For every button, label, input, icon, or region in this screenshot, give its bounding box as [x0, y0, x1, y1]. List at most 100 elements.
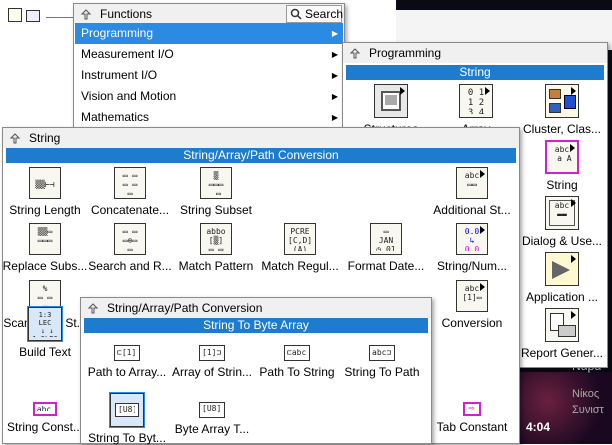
palette-item-array-of-strings[interactable]: [1]⊐ Array of Strin...: [167, 345, 257, 379]
palette-item-label: String Const...: [6, 420, 84, 434]
additional-string-icon: abc ▭▭: [456, 167, 488, 199]
menu-item-label: Measurement I/O: [81, 47, 174, 61]
palette-item-label: Dialog & Use...: [521, 234, 603, 248]
palette-item-string-to-byte-array[interactable]: [U8] String To Byt...: [82, 392, 172, 445]
palette-item-build-text[interactable]: 1:3 LEC ↓ ↓1:3LEC Build Text: [0, 306, 90, 359]
palette-item-label: Path to Array...: [87, 365, 167, 379]
string-to-byte-icon: [U8]: [109, 392, 145, 428]
palette-item-dialog[interactable]: abc ▬▬ Dialog & Use...: [517, 196, 607, 248]
dialog-icon: abc ▬▬: [545, 196, 579, 230]
search-label: Search: [305, 7, 344, 21]
palette-item-search-replace[interactable]: ▭ ▭ ▭⊕▭ ▭ Search and R...: [85, 223, 175, 273]
palette-item-match-pattern[interactable]: abbo [▒] ▭ ▭ Match Pattern: [171, 223, 261, 273]
conversion-title-bar[interactable]: String/Array/Path Conversion: [81, 298, 431, 318]
match-pattern-icon: abbo [▒] ▭ ▭: [200, 223, 232, 255]
palette-item-string-number[interactable]: 0.0 ↳ 0.0 String/Num...: [427, 223, 517, 273]
palette-item-label: Application ...: [525, 290, 599, 304]
palette-item-label: Build Text: [19, 345, 71, 359]
palette-item-label: Conversion: [441, 316, 503, 330]
palette-item-label: Format Date...: [347, 259, 425, 273]
tab-constant-icon: ⇨: [463, 402, 481, 416]
palette-item-additional-string[interactable]: abc ▭▭ Additional St...: [427, 167, 517, 217]
palette-item-string-to-path[interactable]: abc⊐ String To Path: [337, 345, 427, 379]
submenu-arrow-icon: ▶: [331, 29, 338, 38]
palette-item-format-date[interactable]: ▭ JAN◷ 01▭ Format Date...: [341, 223, 431, 273]
palette-item-replace-substring[interactable]: ▒▒▭ ▭▭▭ Replace Subs...: [0, 223, 90, 273]
menu-item-label: Vision and Motion: [81, 89, 177, 103]
palette-item-label: Concatenate...: [90, 203, 170, 217]
palette-item-path-to-array[interactable]: ⊏[1] Path to Array...: [82, 345, 172, 379]
palette-item-string-length[interactable]: ▒▒⊢⊣ String Length: [0, 167, 90, 217]
functions-title: Functions: [100, 7, 153, 21]
diagram-node-icon: [26, 10, 40, 22]
pin-icon[interactable]: [349, 47, 361, 59]
palette-item-application-control[interactable]: Application ...: [517, 252, 607, 304]
menu-item-mathematics[interactable]: Mathematics ▶: [75, 107, 343, 128]
palette-item-string-constant[interactable]: abc String Const...: [0, 402, 90, 434]
palette-item-label: Search and R...: [88, 259, 172, 273]
palette-item-concatenate[interactable]: ▭ ▭ ▭ ▭ ▭ Concatenate...: [85, 167, 175, 217]
menu-item-label: Programming: [81, 26, 154, 40]
string-constant-icon: abc: [33, 402, 57, 416]
menu-item-vision-motion[interactable]: Vision and Motion ▶: [75, 86, 343, 107]
pin-icon[interactable]: [87, 302, 99, 314]
string-title-bar[interactable]: String: [3, 128, 519, 148]
palette-item-byte-array-to-string[interactable]: [U8] Byte Array T...: [167, 402, 257, 436]
report-generation-icon: [545, 308, 579, 342]
submenu-arrow-icon: ▶: [331, 50, 338, 59]
string-length-icon: ▒▒⊢⊣: [29, 167, 61, 199]
submenu-arrow-icon: ▶: [331, 71, 338, 80]
conversion-palette: String/Array/Path Conversion String To B…: [80, 297, 432, 445]
palette-item-label: String Length: [9, 203, 81, 217]
cluster-icon: [545, 84, 579, 118]
programming-highlight-band: String: [346, 65, 604, 80]
palette-item-label: String: [546, 178, 578, 192]
path-to-array-icon: ⊏[1]: [114, 345, 140, 361]
search-button[interactable]: Search: [286, 5, 344, 23]
palette-item-string-subset[interactable]: ▒ ▭▭▭ ▭ String Subset: [171, 167, 261, 217]
string-title: String: [29, 131, 61, 145]
build-text-icon: 1:3 LEC ↓ ↓1:3LEC: [27, 306, 63, 342]
programming-title: Programming: [369, 46, 442, 60]
news-author: Νίκος: [572, 388, 600, 400]
functions-palette: Functions Search Programming ▶ Measureme…: [73, 3, 345, 133]
concatenate-icon: ▭ ▭ ▭ ▭ ▭: [114, 167, 146, 199]
palette-item-string[interactable]: abc a A String: [517, 140, 607, 192]
palette-item-match-regular[interactable]: PCRE [C,D] (A) Match Regul...: [255, 223, 345, 273]
palette-item-report-generation[interactable]: Report Gener...: [517, 308, 607, 360]
menu-item-instrument-io[interactable]: Instrument I/O ▶: [75, 65, 343, 86]
conversion-icon: abc [1]▭: [456, 280, 488, 312]
menu-item-label: Instrument I/O: [81, 68, 158, 82]
palette-item-path-to-string[interactable]: ⊏abc Path To String: [252, 345, 342, 379]
palette-item-tab-constant[interactable]: ⇨ Tab Constant: [427, 402, 517, 434]
array-of-strings-icon: [1]⊐: [199, 345, 225, 361]
diagram-node-icon: [8, 8, 22, 22]
submenu-arrow-icon: ▶: [331, 113, 338, 122]
block-diagram-area: [0, 0, 75, 130]
functions-title-bar[interactable]: Functions Search: [74, 4, 344, 24]
palette-item-label: Path To String: [259, 365, 335, 379]
array-icon: 0 11 23 4: [459, 84, 493, 118]
string-number-icon: 0.0 ↳ 0.0: [456, 223, 488, 255]
palette-item-label: String To Path: [344, 365, 420, 379]
application-control-icon: [545, 252, 579, 286]
palette-item-label: Tab Constant: [436, 420, 508, 434]
palette-item-cluster[interactable]: Cluster, Clas...: [517, 84, 607, 136]
palette-item-label: Additional St...: [433, 203, 511, 217]
pin-icon[interactable]: [80, 8, 92, 20]
menu-item-programming[interactable]: Programming ▶: [75, 23, 343, 44]
search-replace-icon: ▭ ▭ ▭⊕▭ ▭: [114, 223, 146, 255]
video-duration: 4:04: [526, 420, 551, 434]
conversion-highlight-band: String To Byte Array: [84, 318, 428, 333]
programming-title-bar[interactable]: Programming: [343, 43, 607, 63]
string-highlight-band: String/Array/Path Conversion: [6, 148, 516, 163]
palette-item-conversion[interactable]: abc [1]▭ Conversion: [427, 280, 517, 330]
structures-icon: [374, 84, 408, 118]
submenu-arrow-icon: ▶: [331, 92, 338, 101]
match-regular-icon: PCRE [C,D] (A): [284, 223, 316, 255]
pin-icon[interactable]: [9, 132, 21, 144]
menu-item-label: Mathematics: [81, 110, 150, 124]
palette-item-label: Match Regul...: [261, 259, 339, 273]
palette-item-label: Match Pattern: [178, 259, 254, 273]
menu-item-measurement-io[interactable]: Measurement I/O ▶: [75, 44, 343, 65]
